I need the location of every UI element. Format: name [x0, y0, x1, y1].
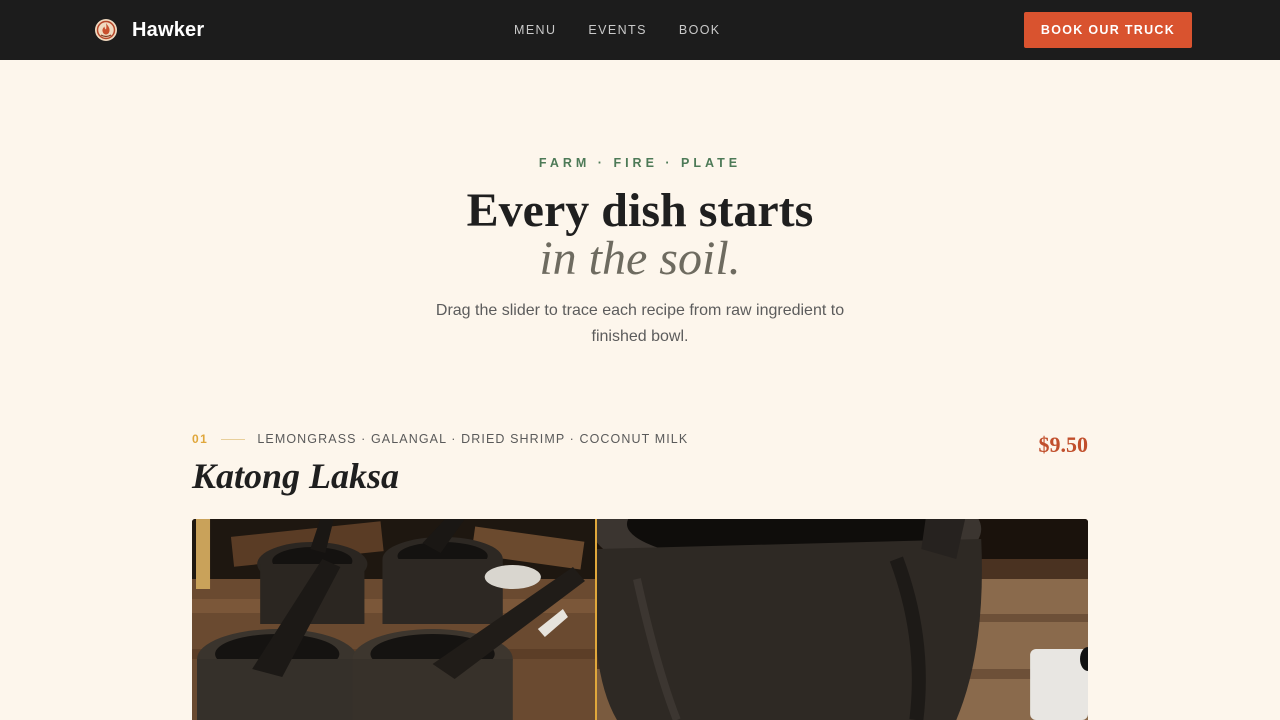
nav-link-menu[interactable]: MENU — [514, 22, 556, 38]
book-our-truck-button[interactable]: BOOK OUR TRUCK — [1024, 12, 1192, 48]
slider-handle[interactable] — [595, 519, 597, 720]
hero-eyebrow: FARM · FIRE · PLATE — [538, 156, 742, 170]
flame-bowl-icon — [95, 19, 117, 41]
nav-link-events[interactable]: EVENTS — [588, 22, 646, 38]
main-nav: MENU EVENTS BOOK — [514, 22, 753, 38]
brand[interactable]: Hawker — [94, 18, 204, 42]
mortar-and-pestles-photo — [192, 519, 595, 720]
dish-number: 01 — [192, 432, 209, 446]
brand-name: Hawker — [132, 18, 205, 41]
dish-ingredients: LEMONGRASS · GALANGAL · DRIED SHRIMP · C… — [257, 432, 689, 446]
dish-name: Katong Laksa — [192, 456, 400, 496]
before-after-slider[interactable] — [192, 519, 1088, 720]
hero-headline: Every dish starts — [466, 184, 814, 237]
dish-price: $9.50 — [1038, 432, 1089, 457]
top-navbar: Hawker MENU EVENTS BOOK BOOK OUR TRUCK — [0, 0, 1280, 60]
hero-subtext: Drag the slider to trace each recipe fro… — [435, 302, 845, 345]
dish-meta: 01 LEMONGRASS · GALANGAL · DRIED SHRIMP … — [192, 430, 1088, 448]
nav-link-book[interactable]: BOOK — [679, 22, 721, 38]
mortar-closeup-photo — [597, 519, 1088, 720]
dish-divider — [221, 438, 246, 440]
dish-card: 01 LEMONGRASS · GALANGAL · DRIED SHRIMP … — [192, 430, 1088, 496]
hero-headline-italic: in the soil. — [539, 232, 741, 285]
